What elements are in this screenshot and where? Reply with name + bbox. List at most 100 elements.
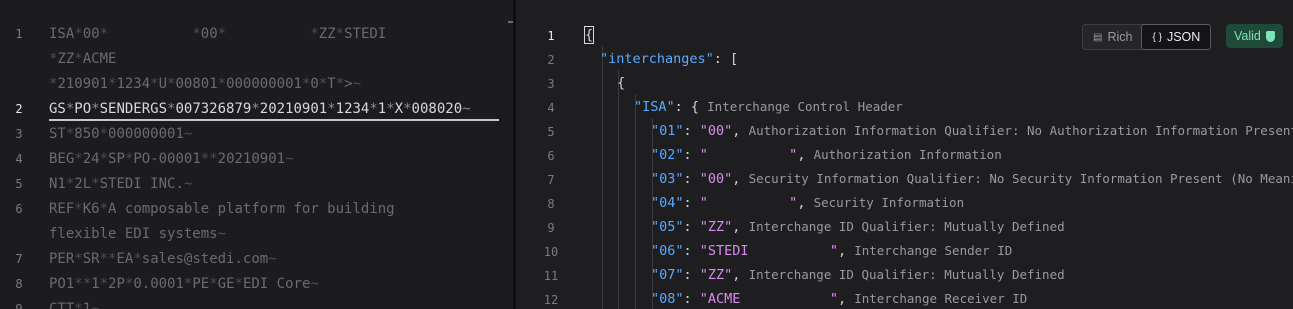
json-line: "02": " ", Authorization Information	[651, 143, 1002, 167]
json-value: " "	[699, 195, 798, 211]
edi-delimiter: *	[99, 26, 109, 42]
edi-line[interactable]: REF*K6*A composable platform for buildin…	[49, 197, 395, 222]
edi-line[interactable]: N1*2L*STEDI INC.~	[49, 172, 192, 197]
json-value: " "	[699, 147, 798, 163]
edi-line[interactable]: *ZZ*ACME	[49, 47, 209, 72]
edi-delimiter: *	[74, 26, 83, 42]
edi-delimiter: *	[403, 101, 412, 117]
edi-delimiter: *	[209, 276, 218, 292]
line-number: 6	[15, 202, 23, 216]
json-line: "06": "STEDI ", Interchange Sender ID	[651, 239, 1012, 263]
json-line: "04": " ", Security Information	[651, 191, 964, 215]
edi-delimiter: *	[217, 26, 227, 42]
json-line: "03": "00", Security Information Qualifi…	[651, 167, 1293, 191]
edi-delimiter: *	[82, 276, 92, 292]
json-key: "06"	[651, 243, 684, 259]
view-mode-tabs: ▤ Rich { } JSON	[1082, 24, 1212, 50]
edi-delimiter: ~	[183, 176, 193, 192]
edi-delimiter: *	[217, 76, 227, 92]
json-line-number: 4	[547, 101, 555, 115]
json-line-number: 3	[547, 77, 555, 91]
json-line-number: 5	[547, 125, 555, 139]
line-number: 2	[15, 102, 23, 116]
json-value: "00"	[699, 171, 733, 187]
indent-guide	[635, 94, 636, 309]
json-line-number: 8	[547, 197, 555, 211]
edi-delimiter: *	[209, 151, 218, 167]
status-label: Valid	[1234, 29, 1261, 43]
json-annotation: Interchange ID Qualifier: Mutually Defin…	[748, 267, 1065, 282]
json-comma: ,	[732, 219, 749, 235]
edi-delimiter: *	[91, 101, 100, 117]
json-punctuation: {	[617, 75, 626, 91]
tab-json-label: JSON	[1166, 30, 1201, 44]
json-colon: :	[683, 219, 700, 235]
edi-delimiter: *	[318, 76, 328, 92]
document-icon: ▤	[1093, 31, 1103, 43]
indent-guide	[618, 70, 619, 309]
line-number: 8	[15, 277, 23, 291]
edi-line[interactable]: ST*850*000000001~	[49, 122, 192, 147]
json-value: "ZZ"	[699, 219, 733, 235]
json-line: "01": "00", Authorization Information Qu…	[651, 119, 1293, 143]
edi-delimiter: *	[310, 26, 319, 42]
edi-delimiter: ~	[217, 226, 227, 242]
json-annotation: Interchange Control Header	[707, 99, 903, 114]
edi-delimiter: *	[133, 251, 142, 267]
edi-delimiter: *	[234, 276, 243, 292]
edi-line[interactable]: PO1**1*2P*0.0001*PE*GE*EDI Core~	[49, 272, 319, 297]
edi-line[interactable]: CTT*1~	[49, 297, 100, 309]
edi-delimiter: *	[335, 26, 345, 42]
json-colon: :	[683, 147, 700, 163]
json-comma: ,	[837, 243, 855, 259]
edi-line[interactable]: PER*SR**EA*sales@stedi.com~	[49, 247, 277, 272]
json-colon: :	[683, 171, 700, 187]
edi-line[interactable]: BEG*24*SP*PO-00001**20210901~	[49, 147, 294, 172]
edi-delimiter: *	[74, 301, 83, 309]
json-annotation: Security Information	[813, 195, 965, 210]
json-comma: ,	[797, 147, 814, 163]
json-annotation: Authorization Information	[813, 147, 1002, 162]
edi-delimiter: *	[108, 76, 117, 92]
edi-delimiter: ~	[352, 76, 361, 92]
json-colon: :	[683, 267, 700, 283]
json-line: {	[617, 71, 625, 95]
braces-icon: { }	[1152, 31, 1162, 43]
json-annotation: Authorization Information Qualifier: No …	[748, 123, 1293, 138]
edi-delimiter: *	[74, 276, 83, 292]
json-line: "ISA": { Interchange Control Header	[634, 95, 903, 119]
edi-line[interactable]: flexible EDI systems~	[49, 222, 226, 247]
json-annotation: Security Information Qualifier: No Secur…	[748, 171, 1293, 186]
edi-delimiter: ~	[183, 126, 193, 142]
tab-json[interactable]: { } JSON	[1141, 24, 1212, 50]
edi-delimiter: *	[74, 151, 83, 167]
edi-line[interactable]: *210901*1234*U*00801*000000001*0*T*>~	[49, 72, 361, 97]
json-annotation: Interchange Sender ID	[854, 243, 1013, 258]
edi-delimiter: *	[108, 251, 117, 267]
edi-delimiter: *	[301, 76, 311, 92]
json-punctuation: : {	[674, 99, 708, 115]
edi-delimiter: ~	[268, 251, 277, 267]
json-colon: :	[683, 195, 700, 211]
edi-line[interactable]: GS*PO*SENDERGS*007326879*20210901*1234*1…	[49, 97, 471, 122]
json-viewer-pane[interactable]: ▤ Rich { } JSON Valid 1 {2 "interchanges":…	[516, 0, 1293, 309]
edi-delimiter: *	[65, 126, 75, 142]
shield-check-icon	[1265, 30, 1275, 42]
json-line-number: 10	[543, 245, 559, 259]
edi-delimiter: ~	[285, 151, 294, 167]
edi-delimiter: *	[386, 101, 395, 117]
tab-rich[interactable]: ▤ Rich	[1083, 25, 1142, 49]
json-colon: :	[683, 243, 700, 259]
json-comma: ,	[732, 123, 749, 139]
json-line: {	[584, 23, 595, 47]
edi-editor-pane[interactable]: 1 ISA*00* *00* *ZZ*STEDI *ZZ*ACME *210901…	[0, 0, 513, 309]
json-comma: ,	[732, 267, 749, 283]
edi-delimiter: *	[65, 176, 75, 192]
edi-delimiter: *	[167, 76, 176, 92]
json-key: "03"	[651, 171, 684, 187]
line-number: 9	[15, 302, 23, 309]
edi-delimiter: *	[124, 151, 134, 167]
json-line-number: 12	[543, 293, 559, 307]
edi-line[interactable]: ISA*00* *00* *ZZ*STEDI	[49, 22, 471, 47]
json-line-number: 11	[543, 269, 559, 283]
